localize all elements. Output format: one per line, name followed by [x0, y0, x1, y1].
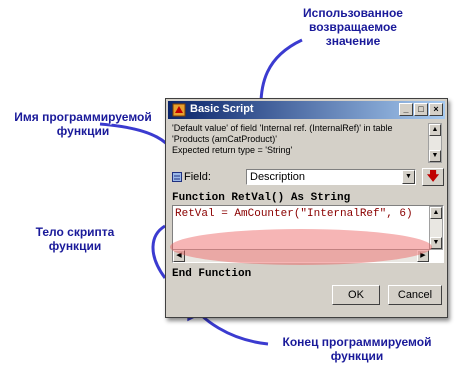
callout-function-body-line1: Тело скрипта	[35, 225, 115, 239]
callout-return-value: Использованное возвращаемое значение	[288, 6, 418, 48]
callout-function-name-line2: функции	[56, 124, 110, 138]
ok-button[interactable]: OK	[332, 285, 380, 305]
dropdown-arrow-icon[interactable]: ▼	[402, 170, 415, 184]
callout-function-end-line1: Конец программируемой	[282, 335, 432, 349]
window-title: Basic Script	[190, 103, 254, 115]
callout-function-end: Конец программируемой функции	[262, 335, 452, 363]
description-line2: 'Products (amCatProduct)'	[172, 134, 277, 144]
callout-return-value-line1: Использованное	[303, 6, 403, 20]
minimize-button[interactable]: _	[399, 103, 413, 116]
cancel-button[interactable]: Cancel	[388, 285, 442, 305]
field-description: 'Default value' of field 'Internal ref. …	[172, 123, 422, 163]
field-select-value: Description	[250, 171, 306, 183]
callout-return-value-line3: значение	[325, 34, 381, 48]
return-value-highlight	[170, 229, 432, 265]
function-end: End Function	[172, 268, 252, 280]
bracket-function-body	[151, 224, 167, 279]
callout-function-name: Имя программируемой функции	[8, 110, 158, 138]
red-down-arrow-icon: 🡇	[426, 169, 440, 183]
description-scrollbar[interactable]: ▲ ▼	[428, 123, 442, 163]
callout-return-value-line2: возвращаемое	[309, 20, 397, 34]
insert-field-button[interactable]: 🡇	[422, 168, 444, 186]
scroll-down-icon[interactable]: ▼	[429, 150, 441, 162]
basic-script-dialog: Basic Script _ □ × 'Default value' of fi…	[165, 98, 448, 318]
description-line1: 'Default value' of field 'Internal ref. …	[172, 123, 393, 133]
app-icon	[172, 103, 186, 117]
editor-scroll-up-icon[interactable]: ▲	[430, 207, 442, 219]
field-row: Field: Description ▼ 🡇	[172, 168, 444, 187]
description-line3: Expected return type = 'String'	[172, 145, 293, 155]
scroll-up-icon[interactable]: ▲	[429, 124, 441, 136]
callout-function-body-line2: функции	[48, 239, 102, 253]
field-label: Field:	[184, 171, 211, 183]
close-button[interactable]: ×	[429, 103, 443, 116]
maximize-button[interactable]: □	[414, 103, 428, 116]
title-bar[interactable]: Basic Script _ □ ×	[168, 101, 445, 119]
script-code-line[interactable]: RetVal = AmCounter("InternalRef", 6)	[175, 208, 413, 220]
callout-function-body: Тело скрипта функции	[20, 225, 130, 253]
function-header: Function RetVal() As String	[172, 192, 351, 204]
callout-function-end-line2: функции	[330, 349, 384, 363]
callout-function-name-line1: Имя программируемой	[14, 110, 152, 124]
field-select[interactable]: Description ▼	[246, 169, 416, 185]
editor-vscrollbar[interactable]: ▲ ▼	[429, 206, 443, 250]
field-icon	[172, 172, 182, 182]
